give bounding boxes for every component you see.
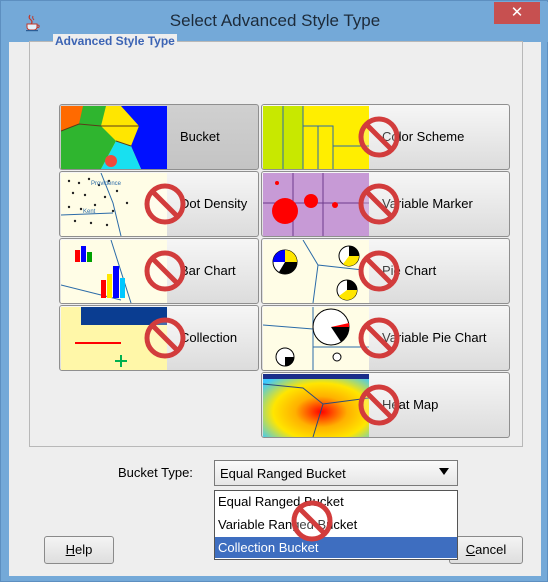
- help-button[interactable]: Help: [44, 536, 114, 564]
- not-allowed-icon: [144, 183, 186, 225]
- group-title: Advanced Style Type: [53, 34, 177, 48]
- cancel-label-rest: ancel: [475, 542, 507, 557]
- help-label-rest: elp: [75, 542, 93, 557]
- not-allowed-icon: [291, 500, 333, 542]
- not-allowed-icon: [358, 116, 400, 158]
- option-variable-ranged-bucket[interactable]: Variable Ranged Bucket: [215, 514, 457, 535]
- not-allowed-icon: [358, 317, 400, 359]
- not-allowed-icon: [144, 250, 186, 292]
- tile-label: Collection: [180, 330, 238, 345]
- variable-pie-chart-thumbnail-icon: [263, 307, 369, 370]
- dialog-window: Select Advanced Style Type ✕ Advanced St…: [0, 0, 548, 582]
- color-scheme-thumbnail-icon: [263, 106, 369, 169]
- chevron-down-icon[interactable]: [439, 468, 449, 475]
- svg-text:Providence: Providence: [91, 181, 122, 187]
- tile-label: Bar Chart: [180, 263, 236, 278]
- option-equal-ranged-bucket[interactable]: Equal Ranged Bucket: [215, 491, 457, 512]
- tile-label: Bucket: [180, 129, 220, 144]
- close-button[interactable]: ✕: [494, 2, 540, 24]
- tile-label: Dot Density: [180, 196, 248, 211]
- cancel-mnemonic: C: [465, 542, 476, 557]
- not-allowed-icon: [144, 317, 186, 359]
- variable-marker-thumbnail-icon: [263, 173, 369, 236]
- option-collection-bucket[interactable]: Collection Bucket: [215, 537, 457, 558]
- bucket-type-options: Equal Ranged Bucket Variable Ranged Buck…: [214, 490, 458, 560]
- bucket-type-value: Equal Ranged Bucket: [220, 466, 346, 481]
- dialog-title: Select Advanced Style Type: [169, 11, 381, 30]
- bucket-type-select[interactable]: Equal Ranged Bucket: [214, 460, 458, 486]
- tile-bucket[interactable]: Bucket: [59, 104, 259, 170]
- pie-chart-thumbnail-icon: [263, 240, 369, 303]
- bucket-thumbnail-icon: [61, 106, 167, 169]
- not-allowed-icon: [358, 384, 400, 426]
- heat-map-thumbnail-icon: [263, 374, 369, 437]
- cancel-button[interactable]: Cancel: [449, 536, 523, 564]
- not-allowed-icon: [358, 250, 400, 292]
- svg-text:Kent: Kent: [83, 209, 96, 215]
- help-mnemonic: H: [65, 542, 76, 557]
- bucket-type-label: Bucket Type:: [118, 465, 193, 480]
- not-allowed-icon: [358, 183, 400, 225]
